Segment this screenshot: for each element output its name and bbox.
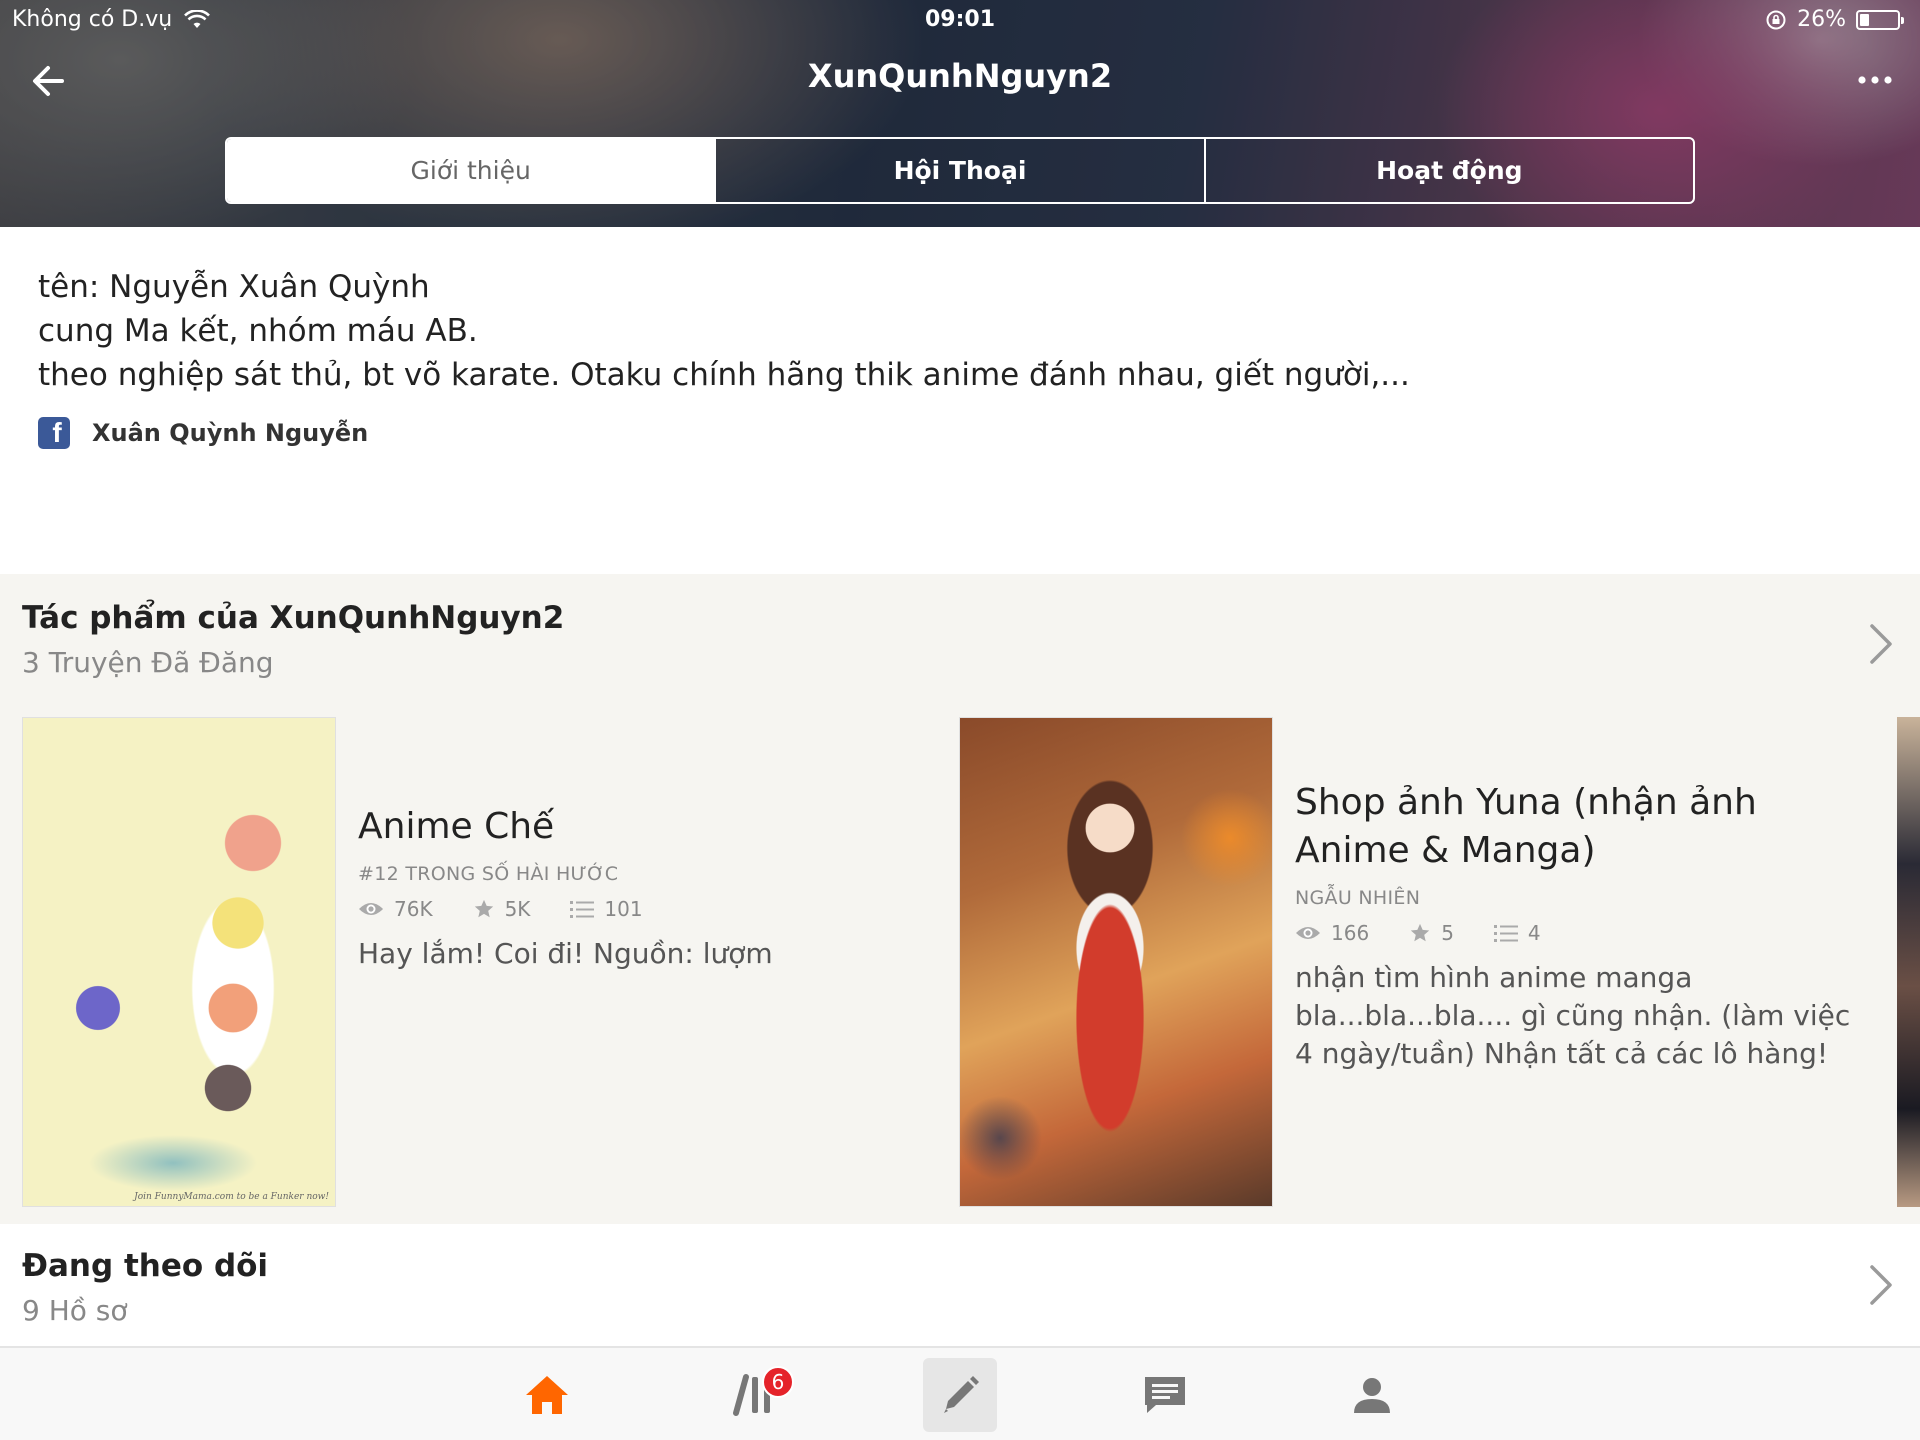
following-section[interactable]: Đang theo dõi 9 Hồ sơ: [0, 1224, 1920, 1346]
works-chevron-icon[interactable]: [1866, 620, 1896, 668]
works-section: Tác phẩm của XunQunhNguyn2 3 Truyện Đã Đ…: [0, 574, 1920, 1224]
views-eye-icon: [1296, 927, 1320, 939]
story-stats: 166 5 4: [1295, 921, 1865, 945]
bottom-nav: 6: [0, 1346, 1920, 1440]
works-subtitle: 3 Truyện Đã Đăng: [22, 646, 274, 679]
story-description: Hay lắm! Coi đi! Nguồn: lượm: [358, 937, 773, 970]
nav-row: XunQunhNguyn2: [0, 40, 1920, 120]
votes-count: 5: [1441, 921, 1454, 945]
bio-text: tên: Nguyễn Xuân Quỳnh cung Ma kết, nhóm…: [38, 265, 1410, 397]
bio-section: tên: Nguyễn Xuân Quỳnh cung Ma kết, nhóm…: [0, 227, 1920, 574]
nav-home[interactable]: [510, 1358, 584, 1432]
votes-star-icon: [474, 899, 493, 918]
views-count: 76K: [394, 897, 433, 921]
parts-list-icon: [570, 901, 595, 918]
pencil-icon: [944, 1376, 979, 1413]
tab-activity[interactable]: Hoạt động: [1206, 139, 1693, 202]
votes-count: 5K: [504, 897, 531, 921]
status-right: 26%: [1765, 7, 1904, 32]
following-subtitle: 9 Hồ sơ: [22, 1294, 128, 1327]
battery-percent: 26%: [1797, 7, 1846, 32]
nav-messages[interactable]: [1128, 1358, 1202, 1432]
parts-count: 101: [604, 897, 643, 921]
story-cover-image[interactable]: [959, 717, 1273, 1207]
parts-list-icon: [1493, 925, 1518, 942]
story-title[interactable]: Anime Chế: [358, 803, 958, 851]
story-cover-image[interactable]: Join FunnyMama.com to be a Funker now!: [22, 717, 336, 1207]
next-story-cover-peek[interactable]: [1897, 717, 1920, 1207]
views-count: 166: [1331, 921, 1370, 945]
more-options-icon[interactable]: [1850, 60, 1900, 100]
following-chevron-icon[interactable]: [1866, 1261, 1896, 1309]
rotation-lock-icon: [1766, 10, 1786, 29]
views-eye-icon: [359, 903, 383, 915]
story-stats: 76K 5K 101: [358, 897, 958, 921]
cover-caption: Join FunnyMama.com to be a Funker now!: [134, 1192, 329, 1202]
facebook-icon: f: [38, 417, 70, 449]
bio-line: theo nghiệp sát thủ, bt võ karate. Otaku…: [38, 357, 1410, 393]
story-description: nhận tìm hình anime manga bla...bla...bl…: [1295, 961, 1851, 1070]
story-info: Anime Chế #12 TRONG SỐ HÀI HƯỚC 76K 5K 1…: [358, 803, 958, 973]
profile-tabs: Giới thiệu Hội Thoại Hoạt động: [225, 137, 1695, 204]
bio-line: cung Ma kết, nhóm máu AB.: [38, 313, 478, 349]
tab-about[interactable]: Giới thiệu: [227, 139, 717, 202]
parts-count: 4: [1527, 921, 1541, 945]
story-category: #12 TRONG SỐ HÀI HƯỚC: [358, 863, 619, 885]
nav-write[interactable]: [923, 1358, 997, 1432]
story-card[interactable]: Shop ảnh Yuna (nhận ảnh Anime & Manga) N…: [959, 717, 1889, 1207]
bio-line: tên: Nguyễn Xuân Quỳnh: [38, 269, 430, 305]
home-icon: [526, 1376, 568, 1414]
library-badge: 6: [762, 1366, 794, 1398]
story-card[interactable]: Join FunnyMama.com to be a Funker now! A…: [22, 717, 952, 1207]
facebook-name: Xuân Quỳnh Nguyễn: [92, 419, 369, 447]
following-title[interactable]: Đang theo dõi: [22, 1248, 268, 1284]
nav-profile[interactable]: [1335, 1358, 1409, 1432]
story-category: NGẪU NHIÊN: [1295, 887, 1421, 909]
status-time: 09:01: [924, 7, 996, 32]
story-title[interactable]: Shop ảnh Yuna (nhận ảnh Anime & Manga): [1295, 779, 1865, 875]
nav-library[interactable]: 6: [718, 1358, 794, 1432]
user-icon: [1354, 1378, 1390, 1413]
facebook-link[interactable]: f Xuân Quỳnh Nguyễn: [38, 417, 368, 449]
votes-star-icon: [1411, 923, 1430, 942]
profile-header: Không có D.vụ 09:01 26% XunQunhNguyn2 Gi…: [0, 0, 1920, 227]
works-title[interactable]: Tác phẩm của XunQunhNguyn2: [22, 600, 564, 636]
tab-conversations[interactable]: Hội Thoại: [716, 139, 1206, 202]
chat-icon: [1145, 1377, 1185, 1413]
status-bar: Không có D.vụ 09:01 26%: [0, 0, 1920, 40]
battery-icon: [1856, 9, 1904, 30]
page-title: XunQunhNguyn2: [807, 57, 1113, 95]
story-info: Shop ảnh Yuna (nhận ảnh Anime & Manga) N…: [1295, 779, 1865, 1073]
